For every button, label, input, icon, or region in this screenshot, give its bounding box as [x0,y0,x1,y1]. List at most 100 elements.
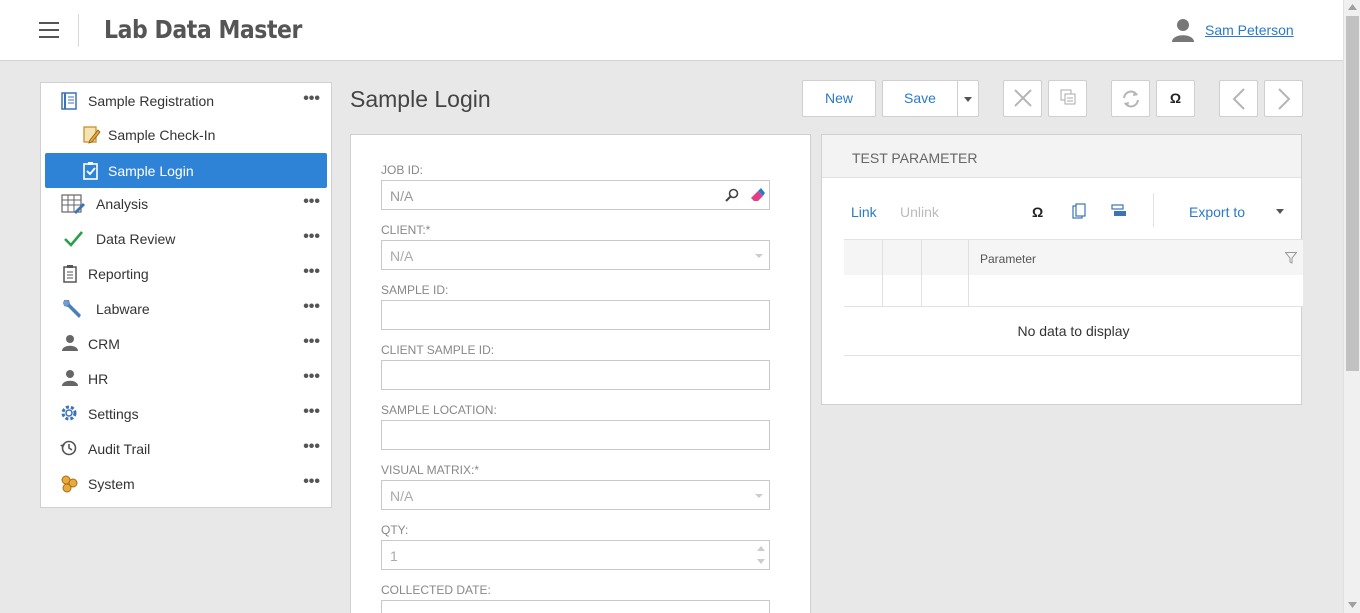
job-id-value: N/A [390,188,414,204]
qty-value: 1 [390,548,398,564]
client-value: N/A [390,248,414,264]
next-button[interactable] [1264,80,1303,117]
refresh-button[interactable] [1111,80,1150,117]
save-dropdown-button[interactable] [957,80,979,117]
sidebar-item-settings[interactable]: Settings ••• [41,396,331,431]
more-icon[interactable]: ••• [303,438,320,456]
search-icon[interactable] [725,188,739,202]
sidebar-item-label: Sample Login [108,163,194,179]
scroll-up-icon[interactable] [1348,4,1357,10]
column-header-parameter[interactable]: Parameter [980,252,1036,266]
sidebar-item-label: CRM [88,336,120,352]
visual-matrix-value: N/A [390,488,414,504]
visual-matrix-label: VISUAL MATRIX:* [381,463,480,477]
more-icon[interactable]: ••• [303,263,320,281]
more-icon[interactable]: ••• [303,90,320,108]
more-icon[interactable]: ••• [303,193,320,211]
copy-button[interactable] [1048,80,1087,117]
scroll-down-icon[interactable] [1348,602,1357,608]
system-icon [61,475,78,493]
sidebar-item-audit-trail[interactable]: Audit Trail ••• [41,431,331,466]
chevron-left-icon [1232,88,1245,110]
client-sample-id-label: CLIENT SAMPLE ID: [381,343,495,357]
more-icon[interactable]: ••• [303,403,320,421]
sidebar-item-hr[interactable]: HR ••• [41,361,331,396]
qty-stepper[interactable]: 1 [381,540,770,570]
sidebar-item-reporting[interactable]: Reporting ••• [41,256,331,291]
sidebar-item-sample-registration[interactable]: Sample Registration ••• [41,83,331,118]
more-icon[interactable]: ••• [303,333,320,351]
app-header: Lab Data Master Sam Peterson [0,0,1343,61]
filter-row [844,275,1303,307]
chevron-right-icon [1277,88,1290,110]
check-in-icon [83,126,101,144]
column-chooser-icon[interactable] [1111,204,1127,218]
header-divider [78,14,79,47]
menu-icon[interactable] [39,22,59,38]
sidebar-item-label: Sample Check-In [108,127,216,143]
sidebar-item-labware[interactable]: Labware ••• [41,291,331,326]
sidebar-item-sample-login[interactable]: Sample Login [45,153,327,188]
page-scrollbar[interactable] [1343,0,1360,613]
export-to-button[interactable]: Export to [1189,204,1245,220]
chevron-down-icon [755,494,763,498]
delete-button[interactable] [1003,80,1042,117]
new-button[interactable]: New [802,80,876,117]
sample-id-input[interactable] [381,300,770,330]
user-icon [1172,19,1194,42]
omega-button[interactable]: Ω [1032,204,1043,220]
grid-divider [968,240,969,276]
toolbar-separator [1153,193,1154,227]
sidebar-item-analysis[interactable]: Analysis ••• [41,186,331,221]
sample-location-input[interactable] [381,420,770,450]
visual-matrix-select[interactable]: N/A [381,480,770,510]
job-id-label: JOB ID: [381,163,424,177]
sidebar-item-label: Data Review [96,231,176,247]
analysis-icon [61,194,85,214]
grid-divider [882,240,883,276]
person-icon [62,370,78,386]
test-parameter-title: TEST PARAMETER [852,150,978,166]
close-icon [1013,89,1032,107]
sidebar-item-crm[interactable]: CRM ••• [41,326,331,361]
collected-date-input[interactable] [381,600,770,613]
link-button[interactable]: Link [851,204,877,220]
unlink-button[interactable]: Unlink [900,204,939,220]
user-name-link[interactable]: Sam Peterson [1205,22,1294,38]
refresh-icon [1122,90,1139,108]
sample-form-panel: JOB ID: N/A CLIENT:* N/A SAMPLE ID: CLIE… [350,134,811,613]
sidebar-item-system[interactable]: System ••• [41,466,331,501]
save-button[interactable]: Save [882,80,957,117]
more-icon[interactable]: ••• [303,368,320,386]
more-icon[interactable]: ••• [303,473,320,491]
more-icon[interactable]: ••• [303,298,320,316]
grid-divider [921,240,922,276]
history-icon [60,440,77,456]
stepper-down-icon[interactable] [757,559,765,564]
sidebar-item-label: Labware [96,301,150,317]
empty-message: No data to display [844,307,1303,356]
filter-icon[interactable] [1285,252,1297,264]
stepper-up-icon[interactable] [757,546,765,551]
job-id-field[interactable]: N/A [381,180,770,210]
client-sample-id-input[interactable] [381,360,770,390]
scroll-thumb[interactable] [1346,16,1359,371]
collected-date-label: COLLECTED DATE: [381,583,491,597]
chevron-down-icon [964,97,972,102]
client-select[interactable]: N/A [381,240,770,270]
sample-id-label: SAMPLE ID: [381,283,449,297]
sidebar-item-data-review[interactable]: Data Review ••• [41,221,331,256]
copy-icon [1060,89,1075,105]
previous-button[interactable] [1219,80,1258,117]
report-icon [63,265,77,283]
sidebar-item-label: Audit Trail [88,441,151,457]
eraser-icon[interactable] [749,187,765,203]
copy-icon[interactable] [1072,203,1086,219]
grid-divider [882,275,883,307]
registration-icon [61,92,77,110]
client-label: CLIENT:* [381,223,431,237]
sidebar-item-sample-check-in[interactable]: Sample Check-In [41,117,331,152]
chevron-down-icon[interactable] [1276,209,1284,214]
omega-button[interactable]: Ω [1156,80,1195,117]
more-icon[interactable]: ••• [303,228,320,246]
